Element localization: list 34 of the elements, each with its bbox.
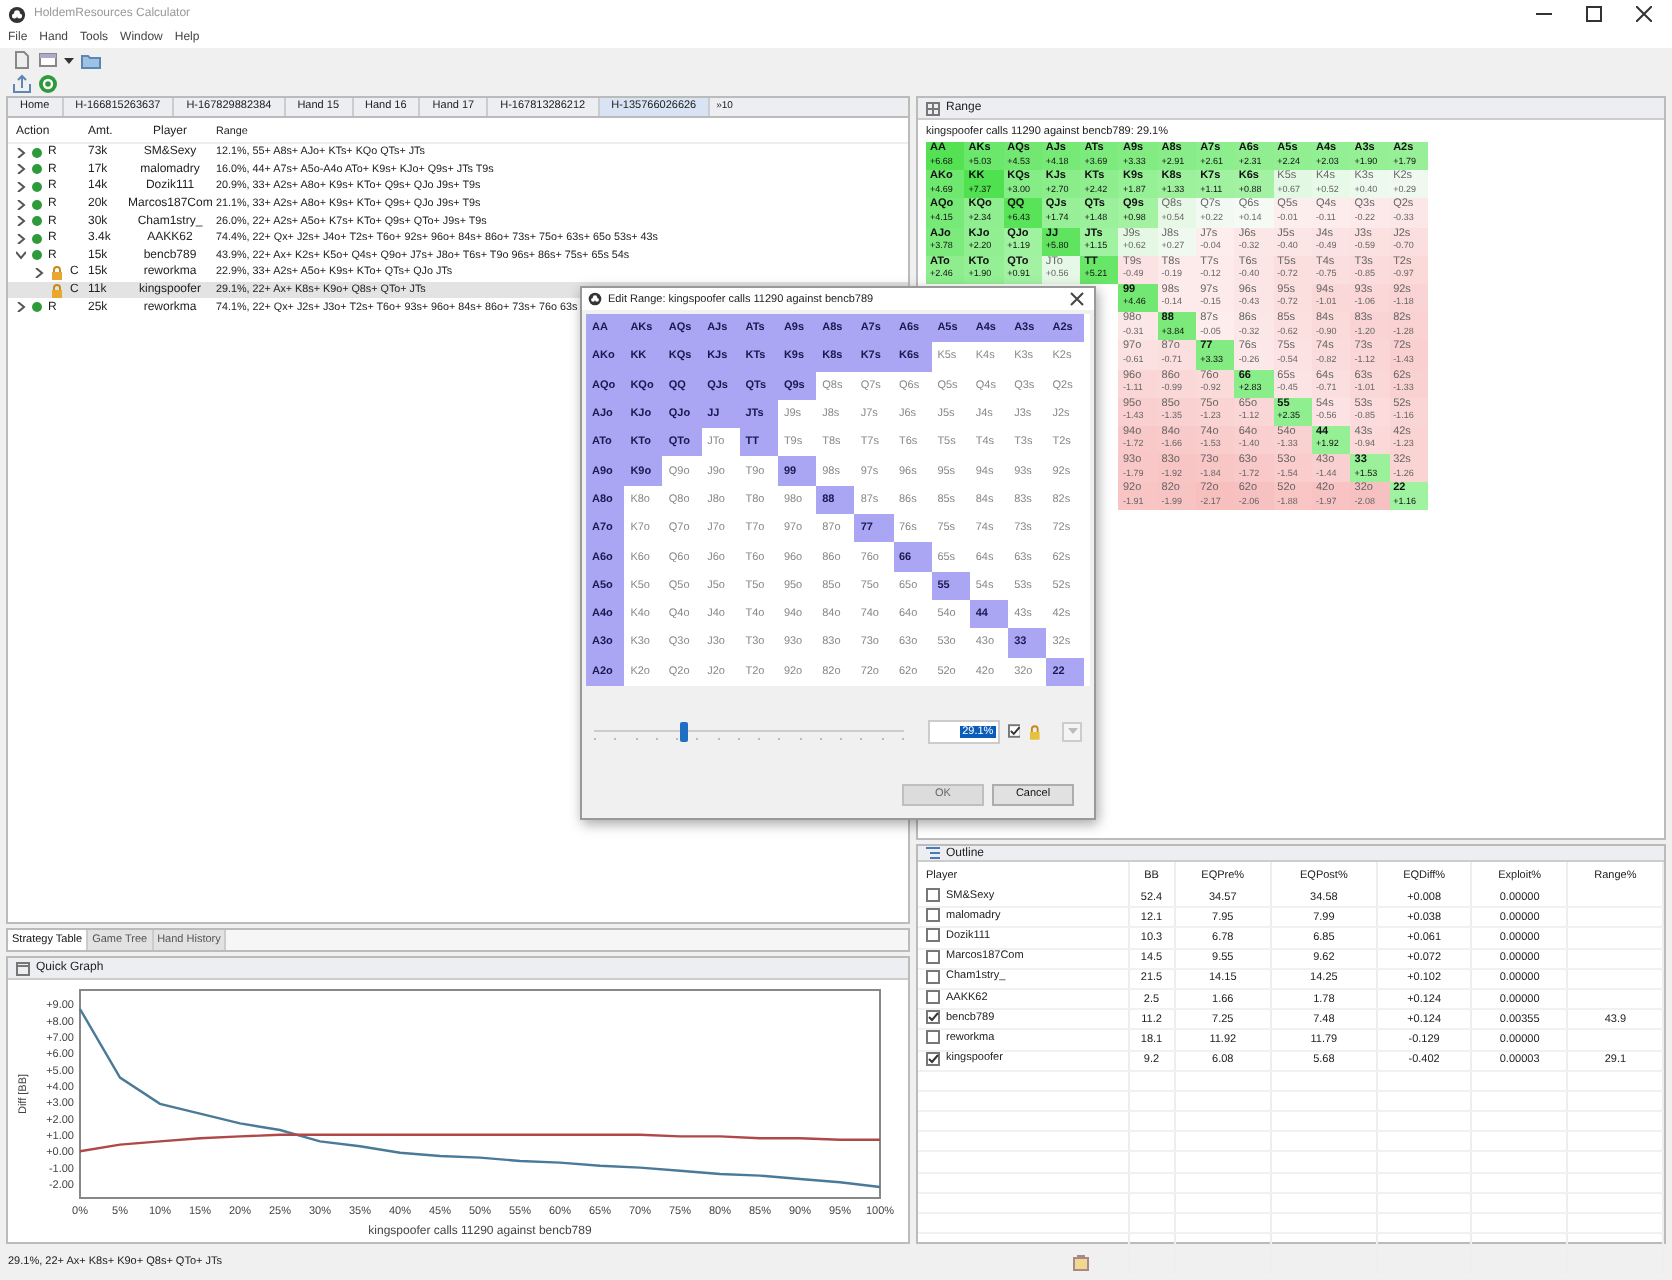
close-icon[interactable] (1636, 6, 1652, 22)
export-icon[interactable] (12, 74, 32, 94)
status-dot-icon (32, 147, 42, 158)
range-slider[interactable] (594, 721, 904, 742)
checkbox[interactable] (926, 1010, 940, 1025)
status-dot-icon (32, 181, 42, 192)
caret-icon (1067, 727, 1078, 736)
grid-icon (926, 101, 940, 115)
checkbox[interactable] (926, 990, 940, 1005)
status-dot-icon (32, 233, 42, 244)
graph-icon (16, 961, 30, 975)
lock-icon (1028, 723, 1043, 740)
status-dot-icon (32, 164, 42, 175)
status-dot-icon (32, 302, 42, 313)
checkbox[interactable] (926, 1030, 940, 1045)
close-icon[interactable] (1070, 292, 1084, 306)
slider-thumb[interactable] (679, 721, 688, 742)
checkbox[interactable] (926, 908, 940, 923)
outline-icon (926, 846, 940, 860)
checkbox[interactable] (926, 949, 940, 964)
status-icon[interactable] (1072, 1253, 1091, 1271)
checkbox[interactable] (1007, 724, 1021, 739)
app-logo-icon (8, 5, 26, 23)
status-dot-icon (32, 199, 42, 210)
checkbox[interactable] (926, 928, 940, 943)
caret-icon[interactable] (64, 55, 74, 65)
checkbox[interactable] (926, 969, 940, 984)
status-dot-icon (32, 250, 42, 261)
checkbox[interactable] (926, 1051, 940, 1066)
checkbox[interactable] (926, 888, 940, 903)
lock-icon (50, 265, 64, 280)
lock-icon (50, 283, 64, 298)
status-dot-icon (32, 216, 42, 227)
maximize-icon[interactable] (1586, 6, 1602, 22)
